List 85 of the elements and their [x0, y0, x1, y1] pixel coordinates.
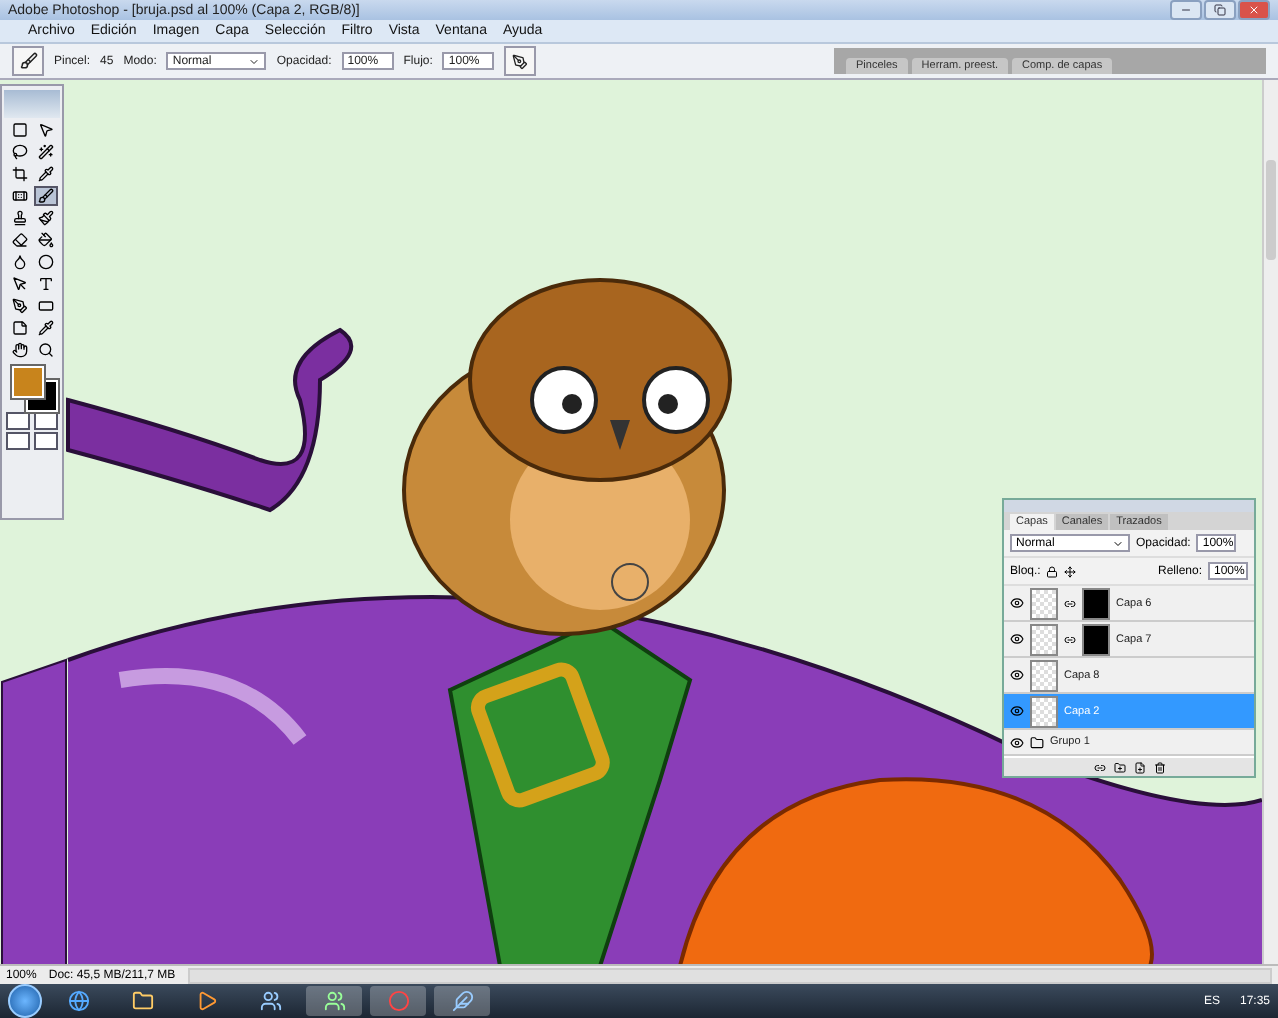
screen-mode-button[interactable] — [34, 432, 58, 450]
minimize-icon — [1180, 4, 1192, 16]
zoom-icon — [37, 342, 53, 358]
close-icon — [1248, 4, 1260, 16]
tool-button[interactable] — [33, 208, 57, 228]
people-icon — [323, 990, 345, 1012]
tool-button[interactable] — [7, 230, 31, 250]
screen-mode-button[interactable] — [6, 432, 30, 450]
folder-icon — [131, 990, 153, 1012]
caret-icon — [248, 55, 261, 67]
paintbrush-icon — [37, 210, 53, 226]
start-button[interactable] — [8, 984, 42, 1018]
new-layer-icon[interactable] — [1133, 761, 1145, 773]
layer-thumbnail — [1030, 623, 1058, 655]
note-icon — [11, 320, 27, 336]
standard-mode-button[interactable] — [6, 412, 30, 430]
airbrush-button[interactable] — [504, 46, 537, 76]
layer-thumbnail — [1030, 587, 1058, 619]
tool-button[interactable] — [33, 164, 57, 184]
pointer-icon — [37, 122, 53, 138]
circle-icon — [37, 254, 53, 270]
pen-icon — [512, 53, 529, 69]
chain-icon[interactable] — [1093, 761, 1105, 773]
bucket-icon — [37, 232, 53, 248]
new-group-icon[interactable] — [1113, 761, 1125, 773]
layer-thumbnail — [1030, 695, 1058, 727]
tool-button[interactable] — [33, 142, 57, 162]
foreground-color-swatch[interactable] — [12, 366, 44, 398]
caret-icon — [1112, 537, 1124, 549]
restore-icon — [1214, 4, 1226, 16]
move-icon[interactable] — [1064, 565, 1077, 577]
text-icon — [37, 276, 53, 292]
brush-cursor — [611, 563, 649, 601]
tool-button[interactable] — [7, 274, 31, 294]
wand-icon — [37, 144, 53, 160]
eye-icon[interactable] — [1010, 596, 1024, 610]
circle-icon — [387, 990, 409, 1012]
restore-button[interactable] — [1204, 0, 1236, 20]
eyedropper-icon — [37, 166, 53, 182]
tool-button[interactable] — [33, 186, 57, 206]
eye-icon[interactable] — [1010, 735, 1024, 749]
tool-button[interactable] — [7, 296, 31, 316]
chain-icon — [1064, 597, 1076, 609]
arrow-icon — [11, 276, 27, 292]
trash-icon[interactable] — [1153, 761, 1165, 773]
eyedropper-icon — [37, 320, 53, 336]
close-button[interactable] — [1238, 0, 1270, 20]
tool-button[interactable] — [33, 296, 57, 316]
globe-icon — [67, 990, 89, 1012]
tool-button[interactable] — [7, 340, 31, 360]
eye-icon[interactable] — [1010, 704, 1024, 718]
brush-icon — [19, 52, 37, 70]
tool-button[interactable] — [33, 252, 57, 272]
brush-icon — [37, 188, 53, 204]
eye-icon[interactable] — [1010, 668, 1024, 682]
tool-button[interactable] — [33, 340, 57, 360]
tool-button[interactable] — [7, 186, 31, 206]
taskbar-button[interactable] — [306, 986, 362, 1016]
chain-icon — [1064, 633, 1076, 645]
play-icon — [195, 990, 217, 1012]
tool-button[interactable] — [7, 120, 31, 140]
tool-button[interactable] — [7, 142, 31, 162]
tool-button[interactable] — [7, 318, 31, 338]
tool-button[interactable] — [33, 230, 57, 250]
toolbox-header — [4, 90, 60, 118]
layer-thumbnail — [1030, 659, 1058, 691]
folder-icon — [1030, 735, 1044, 749]
lasso-icon — [11, 144, 27, 160]
feather-icon — [451, 990, 473, 1012]
pen-icon — [11, 298, 27, 314]
crop-icon — [11, 166, 27, 182]
tool-button[interactable] — [7, 164, 31, 184]
brush-preset-button[interactable] — [12, 46, 44, 76]
eraser-icon — [11, 232, 27, 248]
hand-icon — [11, 342, 27, 358]
tool-button[interactable] — [33, 318, 57, 338]
stamp-icon — [11, 210, 27, 226]
eye-icon[interactable] — [1010, 632, 1024, 646]
horizontal-scrollbar[interactable] — [187, 967, 1272, 983]
rectangle-icon — [37, 298, 53, 314]
bandage-icon — [11, 188, 27, 204]
droplet-icon — [11, 254, 27, 270]
lock-icon[interactable] — [1046, 565, 1059, 577]
vertical-scrollbar[interactable] — [1262, 80, 1278, 964]
people-icon — [259, 990, 281, 1012]
